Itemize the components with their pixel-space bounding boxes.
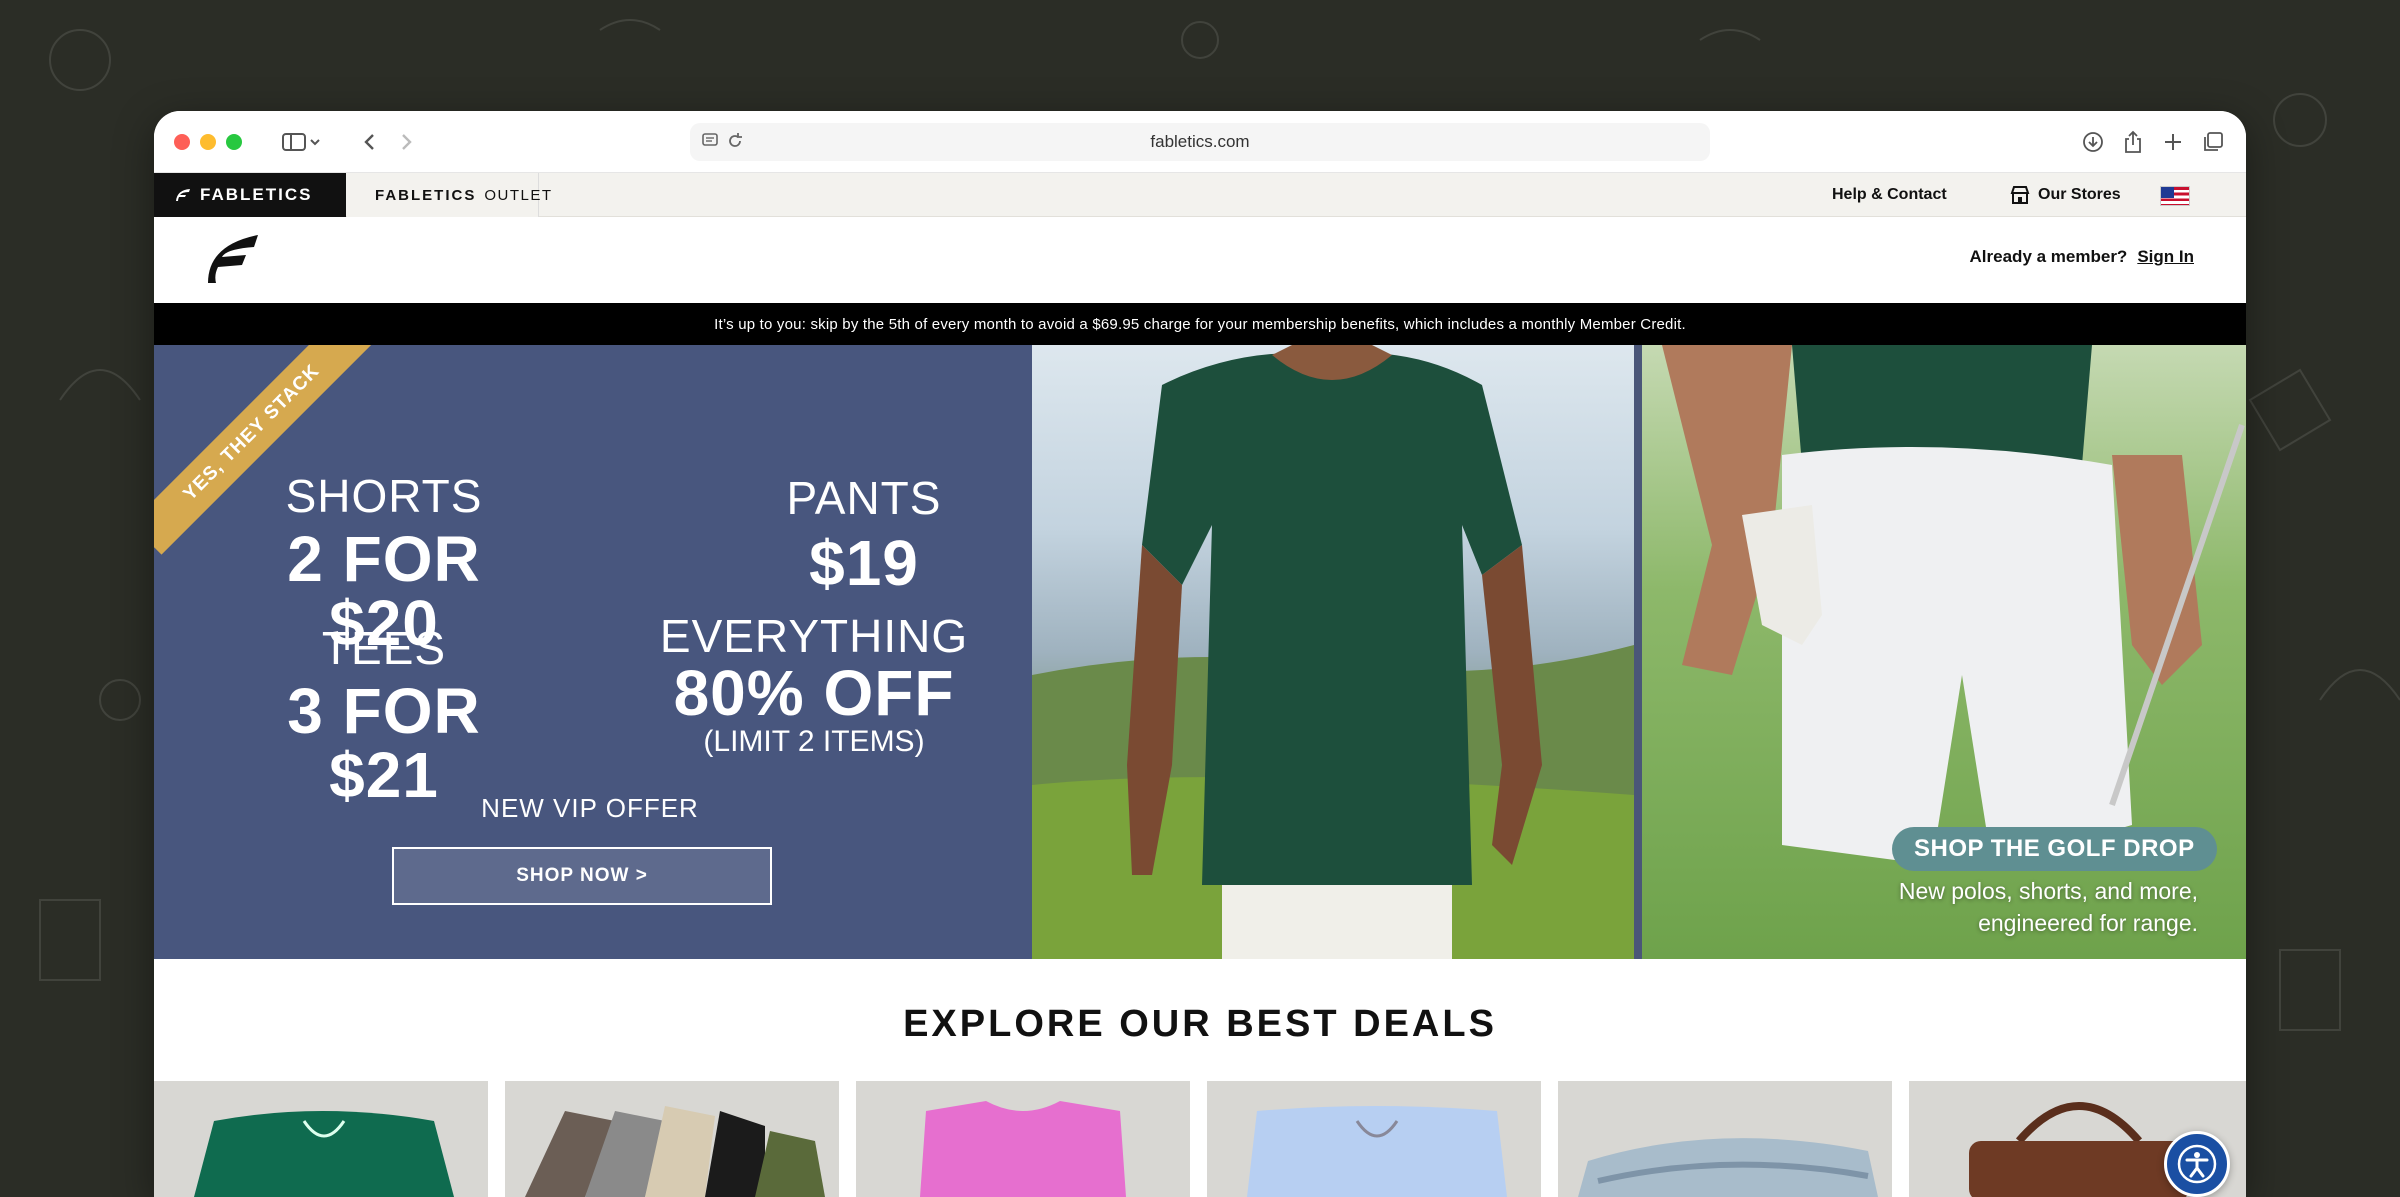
golf-description-line1: New polos, shorts, and more, bbox=[1898, 878, 2198, 904]
pants-price: $19 bbox=[809, 527, 919, 599]
outlet-tab-label: OUTLET bbox=[484, 186, 553, 204]
deal-tile-green-shorts[interactable] bbox=[154, 1081, 488, 1197]
store-icon bbox=[2010, 186, 2030, 204]
shorts-label: SHORTS bbox=[285, 470, 483, 522]
light-blue-shorts-image bbox=[1247, 1106, 1507, 1197]
sign-in-link[interactable]: Sign In bbox=[2137, 247, 2194, 267]
fabletics-outlet-tab[interactable]: FABLETICS OUTLET bbox=[347, 173, 551, 217]
share-icon[interactable] bbox=[2118, 127, 2148, 157]
pants-label: PANTS bbox=[786, 472, 942, 524]
our-stores-label: Our Stores bbox=[2038, 186, 2121, 203]
back-icon[interactable] bbox=[354, 127, 384, 157]
new-tab-icon[interactable] bbox=[2158, 127, 2188, 157]
green-shorts-image bbox=[194, 1111, 454, 1197]
browser-toolbar: fabletics.com bbox=[154, 111, 2246, 173]
url-text: fabletics.com bbox=[1150, 132, 1250, 151]
folded-jeans-image bbox=[1578, 1138, 1878, 1197]
utility-bar: FABLETICS FABLETICS OUTLET Help & Contac… bbox=[154, 173, 2246, 217]
minimize-window-button[interactable] bbox=[200, 134, 216, 150]
site-header: Already a member? Sign In bbox=[154, 217, 2246, 303]
address-bar[interactable]: fabletics.com bbox=[690, 123, 1710, 161]
fabletics-tab-label: FABLETICS bbox=[200, 185, 313, 204]
fabletics-tab[interactable]: FABLETICS bbox=[154, 173, 346, 217]
member-sign-in: Already a member? Sign In bbox=[1970, 247, 2194, 267]
member-prompt: Already a member? bbox=[1969, 247, 2128, 266]
fabletics-mark-icon bbox=[176, 189, 190, 201]
everything-limit: (LIMIT 2 ITEMS) bbox=[703, 725, 925, 758]
us-flag-icon[interactable] bbox=[2160, 186, 2190, 206]
hero-divider bbox=[1634, 345, 1642, 959]
help-contact-link[interactable]: Help & Contact bbox=[1832, 173, 1947, 217]
tees-label: TEES bbox=[321, 622, 447, 674]
golf-shorts-photo[interactable]: SHOP THE GOLF DROP New polos, shorts, an… bbox=[1642, 345, 2246, 959]
sidebar-toggle-icon[interactable] bbox=[278, 127, 326, 157]
accessibility-icon[interactable] bbox=[2164, 1131, 2230, 1197]
deal-tile-light-blue-shorts[interactable] bbox=[1207, 1081, 1541, 1197]
everything-label: EVERYTHING bbox=[659, 610, 969, 662]
shop-golf-drop-button[interactable]: SHOP THE GOLF DROP bbox=[1892, 827, 2217, 871]
reload-icon[interactable] bbox=[726, 132, 744, 155]
deal-tile-folded-jeans[interactable] bbox=[1558, 1081, 1892, 1197]
tees-price: 3 FOR $21 bbox=[287, 675, 481, 811]
golf-description: New polos, shorts, and more, engineered … bbox=[1818, 875, 2198, 939]
deals-carousel bbox=[154, 1081, 2246, 1197]
deals-heading: EXPLORE OUR BEST DEALS bbox=[903, 1003, 1497, 1045]
promo-panel[interactable]: YES, THEY STACK SHORTS 2 FOR $20 PANTS $… bbox=[154, 345, 1032, 959]
membership-banner: It’s up to you: skip by the 5th of every… bbox=[154, 303, 2246, 345]
browser-window: fabletics.com FABLETICS FABLETICS OUTLET… bbox=[154, 111, 2246, 1197]
tab-overview-icon[interactable] bbox=[2198, 127, 2228, 157]
reader-icon[interactable] bbox=[702, 132, 720, 153]
fabletics-logo-icon[interactable] bbox=[204, 233, 260, 285]
deal-tile-folded-pants[interactable] bbox=[505, 1081, 839, 1197]
tees-offer: TEES 3 FOR $21 bbox=[234, 625, 534, 807]
downloads-icon[interactable] bbox=[2078, 127, 2108, 157]
zoom-window-button[interactable] bbox=[226, 134, 242, 150]
our-stores-link[interactable]: Our Stores bbox=[2010, 173, 2121, 217]
folded-pants-image bbox=[525, 1106, 825, 1197]
golf-polo-photo[interactable] bbox=[1032, 345, 1634, 959]
shop-now-button[interactable]: SHOP NOW > bbox=[392, 847, 772, 905]
deal-tile-pink-tee[interactable] bbox=[856, 1081, 1190, 1197]
vip-offer-label: NEW VIP OFFER bbox=[481, 793, 699, 823]
close-window-button[interactable] bbox=[174, 134, 190, 150]
pants-offer: PANTS $19 bbox=[714, 475, 1014, 595]
everything-price: 80% OFF bbox=[673, 657, 955, 729]
hero-section: YES, THEY STACK SHORTS 2 FOR $20 PANTS $… bbox=[154, 345, 2246, 959]
golfer-polo-illustration bbox=[1032, 345, 1634, 959]
forward-icon[interactable] bbox=[392, 127, 422, 157]
golf-description-line2: engineered for range. bbox=[1978, 910, 2198, 936]
pink-tee-image bbox=[920, 1101, 1126, 1197]
everything-offer: EVERYTHING 80% OFF (LIMIT 2 ITEMS) bbox=[644, 613, 984, 757]
outlet-tab-brand: FABLETICS bbox=[375, 186, 477, 204]
